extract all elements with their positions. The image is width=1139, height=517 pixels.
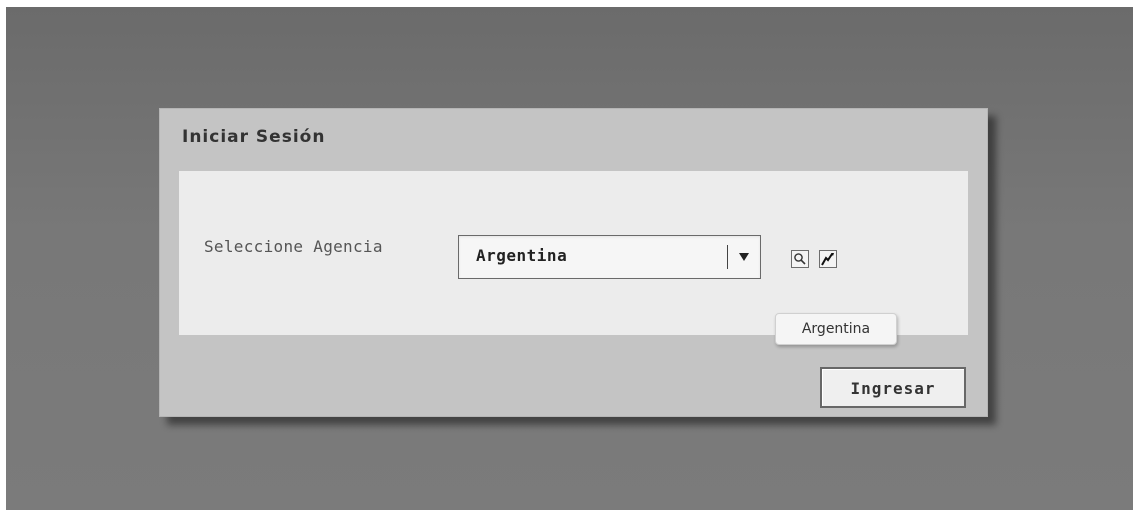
search-icon [794, 253, 806, 265]
dialog-title: Iniciar Sesión [182, 127, 326, 147]
chevron-down-icon[interactable] [739, 253, 749, 261]
agency-panel: Seleccione Agencia Argentina [179, 171, 968, 335]
agency-select-value: Argentina [476, 246, 568, 265]
search-button[interactable] [791, 250, 809, 268]
login-dialog: Iniciar Sesión Seleccione Agencia Argent… [159, 108, 988, 417]
agency-label: Seleccione Agencia [204, 237, 383, 256]
agency-select[interactable]: Argentina [458, 235, 761, 279]
agency-tooltip: Argentina [775, 313, 897, 345]
edit-icon [821, 253, 834, 266]
ingresar-button[interactable]: Ingresar [820, 367, 966, 408]
edit-button[interactable] [819, 250, 837, 268]
select-divider [727, 245, 728, 269]
